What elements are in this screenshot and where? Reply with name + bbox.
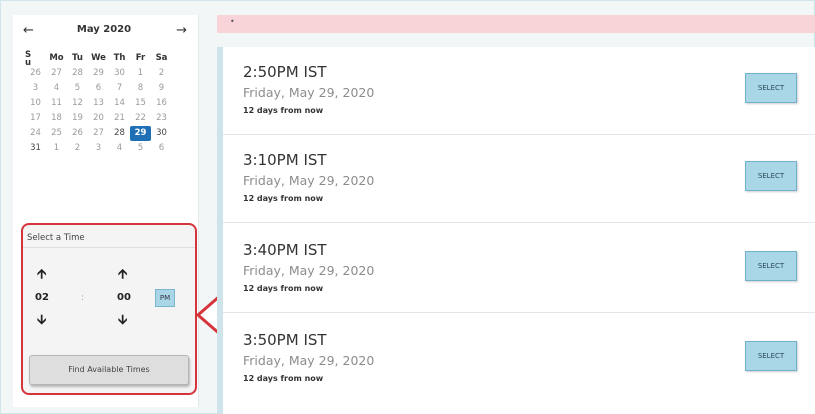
alert-bar-icon: •	[230, 17, 235, 26]
calendar-week-row: 31 1 2 3 4 5 6	[25, 141, 193, 156]
calendar-day[interactable]: 4	[109, 141, 130, 156]
weekday-label: Th	[113, 53, 126, 63]
weekday-label: Mo	[49, 53, 64, 63]
calendar-day[interactable]: 15	[130, 96, 151, 111]
calendar-day[interactable]: 1	[130, 66, 151, 81]
slot-relative-time: 12 days from now	[243, 374, 324, 383]
calendar-week-row: 26 27 28 29 30 1 2	[25, 66, 193, 81]
slot-date: Friday, May 29, 2020	[243, 263, 375, 278]
calendar-day[interactable]: 3	[25, 81, 46, 96]
arrow-down-icon[interactable]: 🡫	[118, 311, 127, 333]
calendar-day[interactable]: 31	[25, 141, 46, 156]
slot-date: Friday, May 29, 2020	[243, 173, 375, 188]
calendar-weekday-row: S u Mo Tu We Th Fr Sa	[25, 51, 193, 68]
arrow-up-icon[interactable]: 🡩	[37, 265, 46, 287]
calendar-day[interactable]: 10	[25, 96, 46, 111]
calendar-day[interactable]: 27	[46, 66, 67, 81]
select-slot-button[interactable]: SELECT	[745, 341, 797, 371]
select-slot-button[interactable]: SELECT	[745, 73, 797, 103]
calendar-day[interactable]: 26	[25, 66, 46, 81]
slot-date: Friday, May 29, 2020	[243, 85, 375, 100]
select-slot-button[interactable]: SELECT	[745, 251, 797, 281]
calendar-day[interactable]: 23	[151, 111, 172, 126]
weekday-label: We	[91, 53, 106, 63]
select-time-box: Select a Time 🡩 🡩 02 : 00 PM 🡫 🡫 Find Av…	[21, 223, 197, 395]
slot-relative-time: 12 days from now	[243, 194, 324, 203]
weekday-label: S u	[24, 50, 32, 68]
slot-time: 2:50PM IST	[243, 63, 327, 81]
calendar-day[interactable]: 8	[130, 81, 151, 96]
calendar-day[interactable]: 17	[25, 111, 46, 126]
calendar-day[interactable]: 9	[151, 81, 172, 96]
calendar-week-row: 10 11 12 13 14 15 16	[25, 96, 193, 111]
calendar-day[interactable]: 5	[130, 141, 151, 156]
find-available-times-button[interactable]: Find Available Times	[29, 355, 189, 385]
select-time-title: Select a Time	[27, 233, 85, 243]
slot-date: Friday, May 29, 2020	[243, 353, 375, 368]
calendar-day[interactable]: 3	[88, 141, 109, 156]
calendar-day[interactable]: 16	[151, 96, 172, 111]
calendar-week-row: 24 25 26 27 28 29 30	[25, 126, 193, 141]
slot-relative-time: 12 days from now	[243, 284, 324, 293]
weekday-label: Fr	[135, 53, 146, 63]
divider	[23, 247, 195, 248]
calendar-month-title: May 2020	[76, 24, 132, 35]
arrow-down-icon[interactable]: 🡫	[37, 311, 46, 333]
slot-time: 3:10PM IST	[243, 151, 327, 169]
calendar-day[interactable]: 2	[67, 141, 88, 156]
select-slot-button[interactable]: SELECT	[745, 161, 797, 191]
time-slot: 3:40PM IST Friday, May 29, 2020 12 days …	[223, 225, 815, 313]
calendar-day[interactable]: 20	[88, 111, 109, 126]
calendar-day[interactable]: 5	[67, 81, 88, 96]
calendar-day[interactable]: 14	[109, 96, 130, 111]
calendar-day[interactable]: 1	[46, 141, 67, 156]
hour-value[interactable]: 02	[35, 292, 49, 303]
calendar-day[interactable]: 12	[67, 96, 88, 111]
calendar-day[interactable]: 24	[25, 126, 46, 141]
calendar-day[interactable]: 11	[46, 96, 67, 111]
time-slot: 2:50PM IST Friday, May 29, 2020 12 days …	[223, 47, 815, 135]
time-separator: :	[81, 293, 85, 303]
weekday-label: Sa	[155, 53, 168, 63]
calendar-day[interactable]: 19	[67, 111, 88, 126]
arrow-right-icon[interactable]: →	[176, 23, 187, 38]
time-slot: 3:50PM IST Friday, May 29, 2020 12 days …	[223, 315, 815, 403]
arrow-up-icon[interactable]: 🡩	[118, 265, 127, 287]
calendar-day[interactable]: 4	[46, 81, 67, 96]
calendar-day[interactable]: 26	[67, 126, 88, 141]
calendar-day[interactable]: 29	[130, 126, 151, 141]
ampm-toggle[interactable]: PM	[155, 289, 175, 307]
calendar-day[interactable]: 18	[46, 111, 67, 126]
calendar-week-row: 3456789	[25, 81, 193, 96]
calendar-day[interactable]: 30	[109, 66, 130, 81]
calendar-day[interactable]: 13	[88, 96, 109, 111]
calendar-grid: S u Mo Tu We Th Fr Sa 26 27 28 29 30 1 2 3 4 5 6 7 8…	[25, 51, 193, 156]
calendar-week-row: 17 18 19 20 21 22 23	[25, 111, 193, 126]
calendar-day[interactable]: 30	[151, 126, 172, 141]
calendar-day[interactable]: 28	[67, 66, 88, 81]
slot-relative-time: 12 days from now	[243, 106, 324, 115]
calendar-day[interactable]: 21	[109, 111, 130, 126]
weekday-label: Tu	[72, 53, 83, 63]
slot-time: 3:50PM IST	[243, 331, 327, 349]
calendar-day[interactable]: 7	[109, 81, 130, 96]
calendar-header: ← May 2020 →	[19, 23, 187, 41]
calendar-day[interactable]: 27	[88, 126, 109, 141]
app-frame: ← May 2020 → S u Mo Tu We Th Fr Sa 26 27 2…	[0, 0, 815, 414]
time-slot-list: 2:50PM IST Friday, May 29, 2020 12 days …	[217, 47, 815, 414]
calendar-day[interactable]: 25	[46, 126, 67, 141]
calendar-day[interactable]: 6	[151, 141, 172, 156]
calendar-day[interactable]: 28	[109, 126, 130, 141]
calendar-day[interactable]: 22	[130, 111, 151, 126]
minute-value[interactable]: 00	[117, 292, 131, 303]
slot-time: 3:40PM IST	[243, 241, 327, 259]
time-slot: 3:10PM IST Friday, May 29, 2020 12 days …	[223, 135, 815, 223]
alert-bar: •	[217, 15, 815, 33]
calendar-day[interactable]: 2	[151, 66, 172, 81]
arrow-left-icon[interactable]: ←	[23, 23, 34, 38]
calendar-day[interactable]: 29	[88, 66, 109, 81]
calendar-day[interactable]: 6	[88, 81, 109, 96]
